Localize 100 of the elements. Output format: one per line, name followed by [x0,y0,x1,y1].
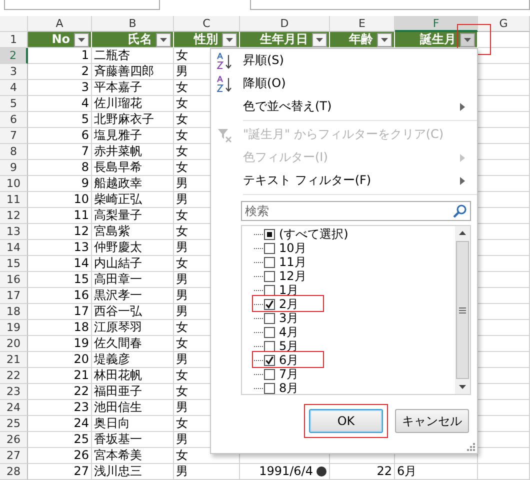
list-item-label[interactable]: 2月 [279,298,299,310]
table-cell: 宮本希美 [92,448,174,464]
table-cell: 10 [28,192,92,208]
table-cell: 8 [28,160,92,176]
row-header[interactable]: 15 [0,256,28,272]
row-header[interactable]: 21 [0,352,28,368]
table-cell: 柴崎正弘 [92,192,174,208]
list-item-label[interactable]: (すべて選択) [279,228,348,240]
table-cell: 赤井菜帆 [92,144,174,160]
row-header[interactable]: 16 [0,272,28,288]
table-cell: 船越政幸 [92,176,174,192]
row-header[interactable]: 25 [0,416,28,432]
header-label: 氏名 [128,32,152,47]
list-item-label[interactable]: 7月 [279,368,299,380]
table-cell: 浅川忠三 [92,464,174,480]
table-cell: 26 [28,448,92,464]
list-item-label[interactable]: 1月 [279,284,299,296]
table-cell: 宮島紫 [92,224,174,240]
list-item-label[interactable]: 5月 [279,340,299,352]
row-header[interactable]: 22 [0,368,28,384]
table-cell: 福田亜子 [92,384,174,400]
list-item-label[interactable]: 4月 [279,326,299,338]
row-header[interactable]: 26 [0,432,28,448]
row-header[interactable]: 11 [0,192,28,208]
table-cell: 平本嘉子 [92,80,174,96]
list-item-label[interactable]: 6月 [279,354,299,366]
table-cell: 18 [28,320,92,336]
list-item-label[interactable]: 12月 [279,270,306,282]
table-cell: 6 [28,128,92,144]
header-label: 年齢 [349,32,373,47]
table-cell: 二瓶杏 [92,48,174,64]
list-item-label[interactable]: 3月 [279,312,299,324]
table-cell: 林田花帆 [92,368,174,384]
table-cell: 14 [28,256,92,272]
row-header[interactable]: 12 [0,208,28,224]
row-header[interactable]: 8 [0,144,28,160]
table-cell: 19 [28,336,92,352]
row-header[interactable]: 2 [0,48,28,64]
table-cell: 2 [28,64,92,80]
table-cell: 13 [28,240,92,256]
table-cell: 24 [28,416,92,432]
row-header[interactable]: 27 [0,448,28,464]
table-cell: 27 [28,464,92,480]
table-cell: 1991/6/4 [259,464,313,479]
row-header[interactable]: 28 [0,464,28,480]
table-cell: 12 [28,224,92,240]
row-header[interactable]: 10 [0,176,28,192]
table-cell: 塩見雅子 [92,128,174,144]
row-header[interactable]: 7 [0,128,28,144]
row-header[interactable]: 19 [0,320,28,336]
list-item-label[interactable]: 8月 [279,382,299,394]
row-header[interactable]: 1 [0,32,28,48]
table-cell: 池田信生 [92,400,174,416]
table-cell: 21 [28,368,92,384]
row-header[interactable]: 23 [0,384,28,400]
list-item-label[interactable]: 10月 [279,242,306,254]
table-cell: 1 [28,48,92,64]
column-header[interactable]: E [330,16,395,32]
row-header[interactable]: 6 [0,112,28,128]
table-cell: 25 [28,432,92,448]
row-header[interactable]: 3 [0,64,28,80]
table-cell: 黒沢孝一 [92,288,174,304]
column-header[interactable]: B [92,16,174,32]
search-field[interactable]: 検索 [241,201,471,221]
table-cell: 高田章一 [92,272,174,288]
column-header[interactable]: A [28,16,92,32]
column-header[interactable]: F [395,16,478,32]
row-header[interactable]: 17 [0,288,28,304]
row-header[interactable]: 24 [0,400,28,416]
table-cell: 江原琴羽 [92,320,174,336]
table-cell: 4 [28,96,92,112]
row-header[interactable]: 9 [0,160,28,176]
table-cell: 香坂基一 [92,432,174,448]
row-header[interactable]: 14 [0,240,28,256]
header-label: 性別 [194,32,218,47]
cancel-button[interactable]: キャンセル [395,409,469,433]
table-cell: 堤義彦 [92,352,174,368]
row-header[interactable]: 13 [0,224,28,240]
table-cell: 22 [28,384,92,400]
table-cell: 男 [174,464,240,480]
column-header[interactable]: C [174,16,240,32]
row-header[interactable]: 5 [0,96,28,112]
table-cell: 内山結子 [92,256,174,272]
table-cell: 北野麻衣子 [92,112,174,128]
table-cell: 奥日向 [92,416,174,432]
list-item-label[interactable]: 11月 [279,256,306,268]
row-header[interactable]: 20 [0,336,28,352]
table-cell: 仲野慶太 [92,240,174,256]
column-header[interactable]: D [240,16,330,32]
table-cell: 3 [28,80,92,96]
row-header[interactable]: 4 [0,80,28,96]
ok-button[interactable]: OK [309,409,383,433]
table-cell: 斉藤善四郎 [92,64,174,80]
table-cell: 15 [28,272,92,288]
table-cell: 6月 [395,464,478,480]
row-header[interactable]: 18 [0,304,28,320]
column-header[interactable]: G [478,16,530,32]
table-cell: 22 [330,464,395,480]
table-cell: 23 [28,400,92,416]
table-cell: 7 [28,144,92,160]
